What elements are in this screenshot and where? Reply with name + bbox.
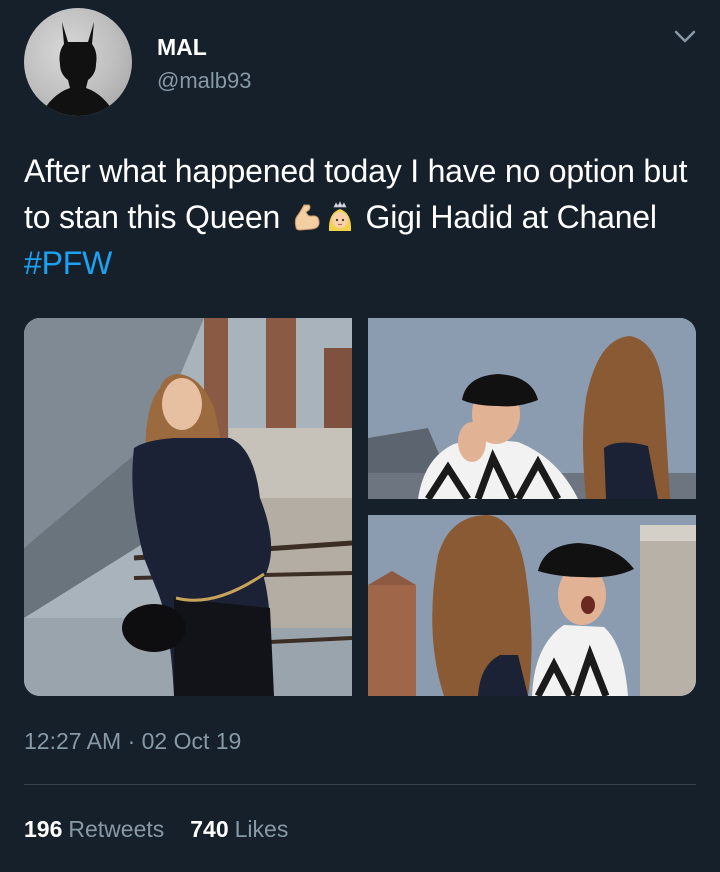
avatar[interactable] bbox=[24, 8, 132, 116]
hashtag-link[interactable]: #PFW bbox=[24, 245, 112, 281]
tweet-timestamp[interactable]: 12:27 AM · 02 Oct 19 bbox=[24, 728, 241, 755]
author-handle[interactable]: @malb93 bbox=[157, 68, 252, 94]
princess-icon bbox=[324, 201, 356, 233]
devil-silhouette-icon bbox=[40, 22, 116, 116]
photo-model-on-rooftop[interactable] bbox=[24, 318, 352, 696]
tweet-text-continued: Gigi Hadid at Chanel bbox=[356, 199, 657, 235]
tweet-text: After what happened today I have no opti… bbox=[24, 148, 696, 286]
media-grid bbox=[24, 318, 696, 696]
likes-label: Likes bbox=[234, 816, 289, 842]
retweets-stat[interactable]: 196 Retweets bbox=[24, 816, 164, 843]
likes-count: 740 bbox=[190, 816, 229, 842]
photo-intruder-shouting[interactable] bbox=[368, 515, 696, 696]
author-name[interactable]: MAL bbox=[157, 34, 207, 61]
tweet-stats: 196 Retweets 740 Likes bbox=[24, 816, 288, 843]
chevron-down-icon[interactable] bbox=[673, 28, 697, 46]
retweets-label: Retweets bbox=[68, 816, 165, 842]
photo-intruder-with-hat[interactable] bbox=[368, 318, 696, 499]
divider bbox=[24, 784, 696, 785]
retweets-count: 196 bbox=[24, 816, 63, 842]
flexed-biceps-icon bbox=[290, 201, 322, 233]
likes-stat[interactable]: 740 Likes bbox=[190, 816, 288, 843]
